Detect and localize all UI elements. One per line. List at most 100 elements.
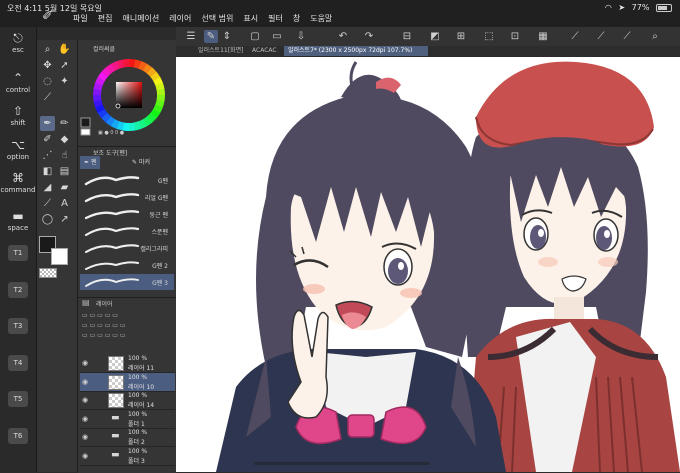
blend-tool-icon[interactable]: ☝ (57, 148, 72, 163)
menu-item-7[interactable]: 창 (288, 13, 305, 24)
open-folder-icon[interactable]: ▭ (270, 30, 284, 43)
drawing-canvas[interactable] (176, 57, 680, 472)
menu-item-2[interactable]: 애니메이션 (117, 13, 164, 24)
key-space[interactable]: ▬ space (0, 210, 36, 232)
transparent-color-swatch[interactable] (39, 268, 57, 278)
gradient-tool-icon[interactable]: ▤ (57, 164, 72, 179)
save-icon[interactable]: ⇩ (294, 30, 308, 43)
search-icon[interactable]: ⌕ (648, 30, 662, 43)
fill-tool-icon[interactable]: ◧ (40, 164, 55, 179)
menu-item-4[interactable]: 선택 범위 (196, 13, 238, 24)
layer-blend-mode[interactable]: ▭ ▭ ▭ ▭ ▭ (82, 312, 172, 320)
redo-icon[interactable]: ↷ (362, 30, 376, 43)
line-width-icon[interactable]: ⟋ (620, 30, 634, 43)
layer-opacity: 100 % (128, 429, 148, 436)
line-tool-icon[interactable]: ↗ (57, 212, 72, 227)
eraser-tool-icon[interactable]: ◆ (57, 132, 72, 147)
document-tab-0[interactable]: 일러스트11[화면] (194, 46, 250, 56)
menu-item-0[interactable]: 파일 (68, 13, 93, 24)
text-tool-icon[interactable]: A (57, 196, 72, 211)
visibility-eye-icon[interactable]: ◉ (82, 415, 88, 423)
visibility-eye-icon[interactable]: ◉ (82, 378, 88, 386)
layer-row[interactable]: ◉ 100 % 레이어 11 (80, 354, 175, 373)
menu-item-1[interactable]: 편집 (93, 13, 118, 24)
menu-item-3[interactable]: 레이어 (164, 13, 196, 24)
color-wheel[interactable]: ▣ ● 0 0 ● (78, 40, 176, 146)
tool-key-t1[interactable]: T1 (8, 245, 28, 261)
option-icon: ⌥ (11, 138, 25, 152)
deselect-icon[interactable]: ⬚ (482, 30, 496, 43)
menu-icon[interactable]: ☰ (184, 30, 198, 43)
brush-tool-icon[interactable]: ✐ (40, 132, 55, 147)
eyedropper-icon[interactable]: ⟋ (40, 90, 55, 105)
tool-key-t5[interactable]: T5 (8, 391, 28, 407)
correct-line-icon[interactable]: ⟋ (594, 30, 608, 43)
brush-item[interactable]: 둥근 펜 (80, 206, 174, 222)
menu-item-5[interactable]: 표시 (238, 13, 263, 24)
balloon-tool-icon[interactable]: ◯ (40, 212, 55, 227)
operation-icon[interactable]: ➚ (57, 58, 72, 73)
home-indicator[interactable] (254, 462, 430, 465)
folder-icon: ▬ (111, 431, 120, 441)
ruler-tool-icon[interactable]: ⟋ (40, 196, 55, 211)
layer-folder-row[interactable]: ◉ ▬ 100 % 폴더 2 (80, 428, 175, 447)
visibility-eye-icon[interactable]: ◉ (82, 396, 88, 404)
layer-opacity: 100 % (128, 410, 148, 418)
layer-tool-row-2[interactable]: ▭ ▭ ▭ ▭ ▭ ▭ (82, 332, 172, 340)
pencil-tool-icon[interactable]: ✏ (57, 116, 72, 131)
ruler-icon[interactable]: ⟋ (568, 30, 582, 43)
tool-key-t6[interactable]: T6 (8, 428, 28, 444)
crop-icon[interactable]: ⊡ (508, 30, 522, 43)
key-label: command (0, 186, 36, 194)
document-tab-1[interactable]: ACACAC (248, 46, 286, 56)
visibility-eye-icon[interactable]: ◉ (82, 452, 88, 460)
brush-item[interactable]: 스푼펜 (80, 223, 174, 239)
pen-tool-icon[interactable]: ✒ (40, 116, 55, 131)
new-file-icon[interactable]: ▢ (248, 30, 262, 43)
frame-tool-icon[interactable]: ▰ (57, 180, 72, 195)
key-label: control (5, 86, 31, 94)
brush-item[interactable]: 리얼 G펜 (80, 189, 174, 205)
brush-item[interactable]: 캘리그라피 (80, 240, 174, 256)
layer-row[interactable]: ◉ 100 % 레이어 10 (80, 372, 175, 392)
tool-key-t4[interactable]: T4 (8, 355, 28, 371)
airbrush-tool-icon[interactable]: ⋰ (40, 148, 55, 163)
tool-key-t3[interactable]: T3 (8, 318, 28, 334)
location-icon: ➤ (618, 3, 626, 12)
layer-tool-row[interactable]: ▭ ▭ ▭ ▭ ▭ ▭ (82, 322, 172, 330)
fill-icon[interactable]: ◩ (428, 30, 442, 43)
transform-icon[interactable]: ⊞ (454, 30, 468, 43)
hand-icon[interactable]: ✋ (57, 42, 72, 57)
key-option[interactable]: ⌥ option (0, 139, 36, 161)
move-icon[interactable]: ✥ (40, 58, 55, 73)
sub-color-swatch[interactable] (51, 248, 68, 265)
clear-icon[interactable]: ⊟ (400, 30, 414, 43)
menu-item-8[interactable]: 도움말 (305, 13, 337, 24)
document-tab-2[interactable]: 일러스트7* (2300 x 2500px 72dpi 107.7%) (284, 46, 428, 56)
visibility-eye-icon[interactable]: ◉ (82, 433, 88, 441)
selection-icon[interactable]: ▦ (536, 30, 550, 43)
brush-item[interactable]: G펜 (80, 172, 174, 188)
magic-wand-icon[interactable]: ✦ (57, 74, 72, 89)
key-shift[interactable]: ⇧ shift (0, 105, 36, 127)
figure-tool-icon[interactable]: ◢ (40, 180, 55, 195)
brush-item[interactable]: G펜 2 (80, 257, 174, 273)
undo-icon[interactable]: ↶ (336, 30, 350, 43)
pen-mode-icon[interactable]: ✎ (204, 30, 218, 43)
tool-key-t2[interactable]: T2 (8, 282, 28, 298)
menu-item-6[interactable]: 필터 (263, 13, 288, 24)
visibility-eye-icon[interactable]: ◉ (82, 359, 88, 367)
sub-tool-tab-pen[interactable]: ✒ 펜 (80, 156, 101, 169)
layer-row[interactable]: ◉ 100 % 레이어 14 (80, 391, 175, 410)
key-command[interactable]: ⌘ command (0, 172, 36, 194)
layer-folder-row[interactable]: ◉ ▬ 100 % 폴더 3 (80, 447, 175, 466)
sub-tool-tab-marker[interactable]: ✎ 마커 (128, 156, 154, 169)
key-control[interactable]: ⌃ control (0, 72, 36, 94)
app-logo-icon[interactable]: ✐ (42, 9, 53, 24)
lasso-icon[interactable]: ◌ (40, 74, 55, 89)
layer-folder-row[interactable]: ◉ ▬ 100 % 폴더 1 (80, 410, 175, 429)
brush-item[interactable]: G펜 3 (80, 274, 174, 290)
zoom-icon[interactable]: ⌕ (40, 42, 55, 57)
key-esc[interactable]: ⎋ esc (0, 32, 36, 54)
chevron-updown-icon[interactable]: ⇕ (220, 30, 234, 43)
